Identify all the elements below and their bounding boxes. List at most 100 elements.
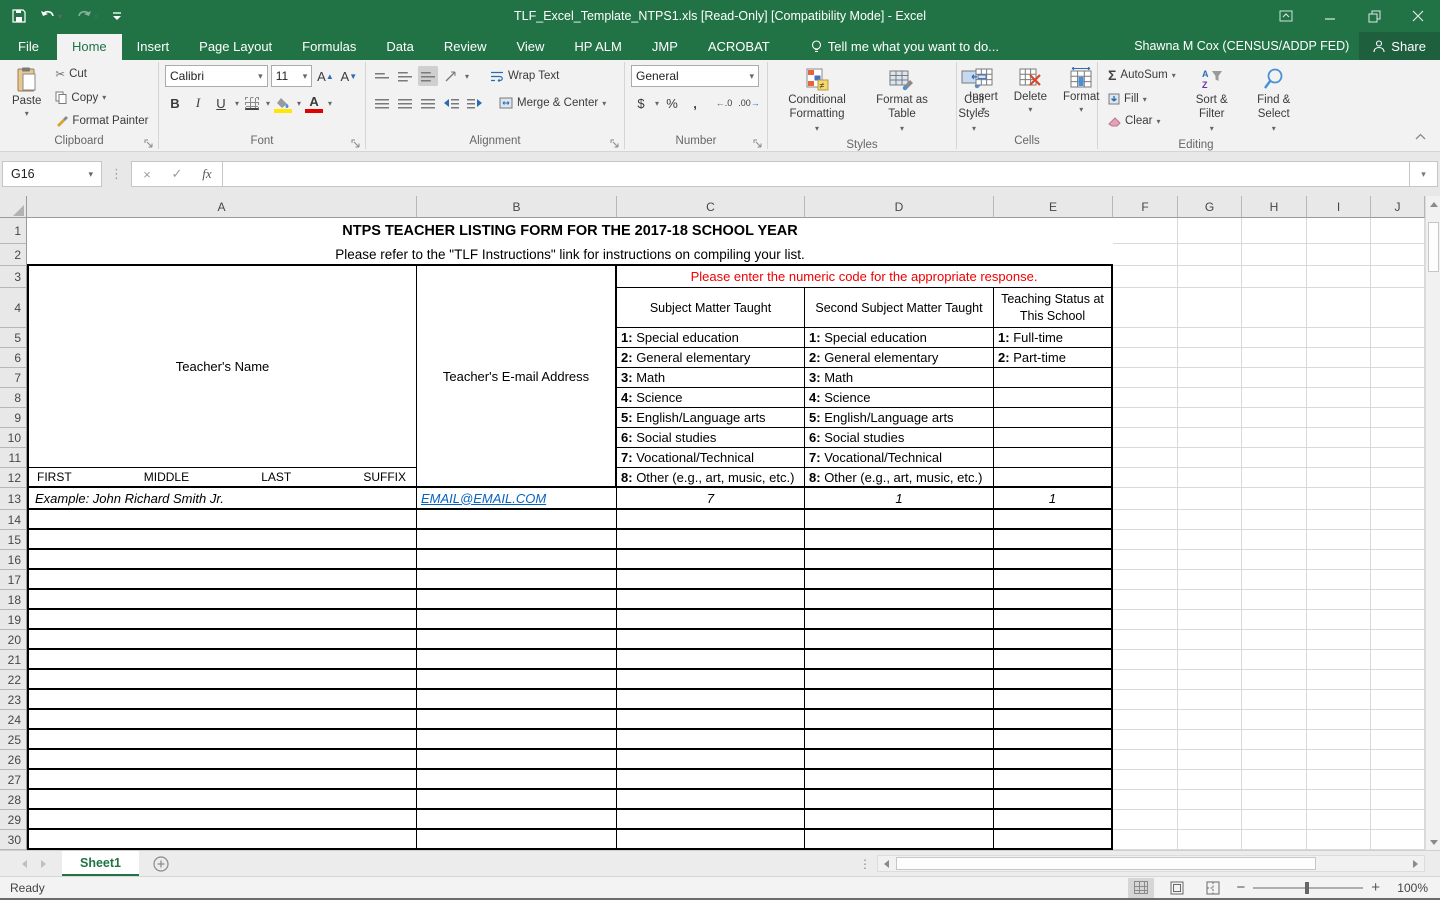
cell-H18[interactable] xyxy=(1242,590,1307,610)
cell-second-subject-code-7[interactable]: 7: Vocational/Technical xyxy=(805,448,994,468)
cell-subject-header[interactable]: Subject Matter Taught xyxy=(617,288,805,328)
cell-J20[interactable] xyxy=(1371,630,1425,650)
cell-B27[interactable] xyxy=(417,770,617,790)
horizontal-scrollbar[interactable] xyxy=(877,855,1425,872)
row-header-24[interactable]: 24 xyxy=(0,710,27,730)
cell-B14[interactable] xyxy=(417,510,617,530)
decrease-indent-icon[interactable] xyxy=(441,93,461,113)
zoom-out-icon[interactable]: − xyxy=(1236,883,1245,893)
conditional-formatting-button[interactable]: ≠ Conditional Formatting ▾ xyxy=(774,64,860,137)
tab-page-layout[interactable]: Page Layout xyxy=(184,34,287,60)
scroll-left-icon[interactable] xyxy=(878,856,895,871)
cell-I22[interactable] xyxy=(1307,670,1371,690)
cell-F21[interactable] xyxy=(1113,650,1178,670)
cell-second-subject-code-5[interactable]: 5: English/Language arts xyxy=(805,408,994,428)
page-layout-view-icon[interactable] xyxy=(1164,878,1190,898)
zoom-in-icon[interactable]: + xyxy=(1371,883,1380,893)
cell-F16[interactable] xyxy=(1113,550,1178,570)
row-header-18[interactable]: 18 xyxy=(0,590,27,610)
cell-I11[interactable] xyxy=(1307,448,1371,468)
cell-I25[interactable] xyxy=(1307,730,1371,750)
cell-J23[interactable] xyxy=(1371,690,1425,710)
cell-H19[interactable] xyxy=(1242,610,1307,630)
font-dialog-launcher[interactable] xyxy=(351,136,363,148)
cell-B17[interactable] xyxy=(417,570,617,590)
row-header-1[interactable]: 1 xyxy=(0,218,27,244)
email-hyperlink[interactable]: EMAIL@EMAIL.COM xyxy=(421,491,546,506)
format-as-table-button[interactable]: Format as Table ▾ xyxy=(864,64,940,137)
cell-A30[interactable] xyxy=(27,830,417,850)
cell-J7[interactable] xyxy=(1371,368,1425,388)
fill-color-button[interactable] xyxy=(273,93,293,113)
cell-I24[interactable] xyxy=(1307,710,1371,730)
cell-J29[interactable] xyxy=(1371,810,1425,830)
cell-J3[interactable] xyxy=(1371,266,1425,288)
expand-formula-bar-icon[interactable]: ▾ xyxy=(1410,161,1438,187)
save-icon[interactable] xyxy=(12,9,26,23)
row-header-2[interactable]: 2 xyxy=(0,244,27,266)
next-sheet-icon[interactable] xyxy=(41,860,46,868)
cell-C30[interactable] xyxy=(617,830,805,850)
cell-B23[interactable] xyxy=(417,690,617,710)
cell-J28[interactable] xyxy=(1371,790,1425,810)
cell-H2[interactable] xyxy=(1242,244,1307,266)
cell-F8[interactable] xyxy=(1113,388,1178,408)
row-header-16[interactable]: 16 xyxy=(0,550,27,570)
cell-G16[interactable] xyxy=(1178,550,1242,570)
cell-A25[interactable] xyxy=(27,730,417,750)
redo-button[interactable]: ▾ xyxy=(76,10,98,23)
cell-G6[interactable] xyxy=(1178,348,1242,368)
row-header-10[interactable]: 10 xyxy=(0,428,27,448)
row-header-13[interactable]: 13 xyxy=(0,488,27,510)
cell-B20[interactable] xyxy=(417,630,617,650)
cell-subject-code-6[interactable]: 6: Social studies xyxy=(617,428,805,448)
row-header-25[interactable]: 25 xyxy=(0,730,27,750)
cell-I7[interactable] xyxy=(1307,368,1371,388)
close-button[interactable] xyxy=(1396,0,1440,32)
font-name-combo[interactable]: Calibri▾ xyxy=(165,65,268,87)
cell-B16[interactable] xyxy=(417,550,617,570)
cell-A20[interactable] xyxy=(27,630,417,650)
cell-J6[interactable] xyxy=(1371,348,1425,368)
cell-D22[interactable] xyxy=(805,670,994,690)
cell-E20[interactable] xyxy=(994,630,1113,650)
row-header-9[interactable]: 9 xyxy=(0,408,27,428)
cell-J8[interactable] xyxy=(1371,388,1425,408)
cell-F25[interactable] xyxy=(1113,730,1178,750)
cell-H12[interactable] xyxy=(1242,468,1307,488)
column-header-E[interactable]: E xyxy=(994,196,1113,218)
cell-H16[interactable] xyxy=(1242,550,1307,570)
cell-F12[interactable] xyxy=(1113,468,1178,488)
select-all-corner[interactable] xyxy=(0,196,27,218)
column-header-A[interactable]: A xyxy=(27,196,417,218)
cell-H24[interactable] xyxy=(1242,710,1307,730)
cell-H1[interactable] xyxy=(1242,218,1307,244)
minimize-button[interactable] xyxy=(1308,0,1352,32)
cell-H25[interactable] xyxy=(1242,730,1307,750)
cell-B15[interactable] xyxy=(417,530,617,550)
cell-G26[interactable] xyxy=(1178,750,1242,770)
cell-D17[interactable] xyxy=(805,570,994,590)
cell-E21[interactable] xyxy=(994,650,1113,670)
cell-F26[interactable] xyxy=(1113,750,1178,770)
cell-A28[interactable] xyxy=(27,790,417,810)
cell-D21[interactable] xyxy=(805,650,994,670)
cell-J26[interactable] xyxy=(1371,750,1425,770)
vertical-scrollbar[interactable] xyxy=(1425,196,1440,850)
cell-second-subject-code-6[interactable]: 6: Social studies xyxy=(805,428,994,448)
underline-button[interactable]: U xyxy=(211,93,231,113)
sheet-tab-sheet1[interactable]: Sheet1 xyxy=(62,851,139,876)
cell-H15[interactable] xyxy=(1242,530,1307,550)
cell-H11[interactable] xyxy=(1242,448,1307,468)
cell-C17[interactable] xyxy=(617,570,805,590)
cell-I5[interactable] xyxy=(1307,328,1371,348)
font-color-button[interactable]: A xyxy=(304,93,324,113)
formula-input[interactable] xyxy=(222,161,1410,187)
user-account[interactable]: Shawna M Cox (CENSUS/ADDP FED) xyxy=(1134,39,1349,53)
cell-G14[interactable] xyxy=(1178,510,1242,530)
copy-button[interactable]: Copy▾ xyxy=(51,90,152,105)
cell-D27[interactable] xyxy=(805,770,994,790)
cell-G19[interactable] xyxy=(1178,610,1242,630)
cell-C15[interactable] xyxy=(617,530,805,550)
number-format-combo[interactable]: General▾ xyxy=(631,65,759,87)
